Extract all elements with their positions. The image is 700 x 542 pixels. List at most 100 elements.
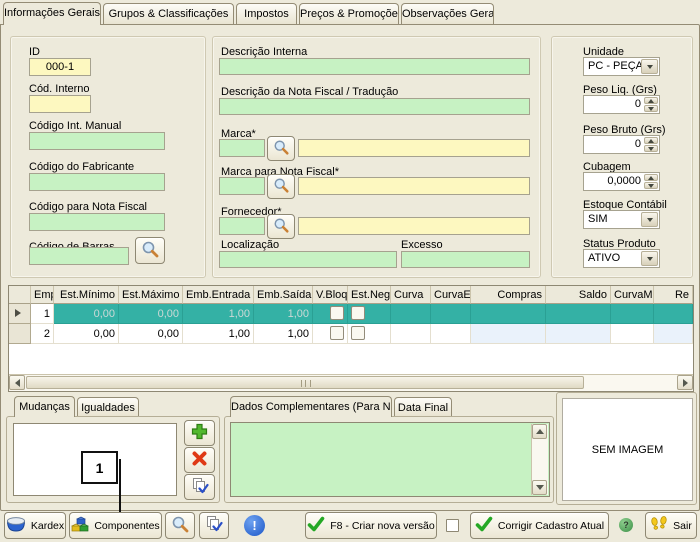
cell-curva[interactable] bbox=[391, 304, 431, 324]
search-icon bbox=[171, 515, 190, 537]
cell-emb-saida[interactable]: 1,00 bbox=[254, 304, 313, 324]
cell-est-maximo[interactable]: 0,00 bbox=[119, 304, 183, 324]
annotation-line bbox=[119, 459, 121, 512]
v-bloq-checkbox[interactable] bbox=[330, 306, 344, 320]
kardex-button[interactable]: Kardex bbox=[4, 512, 66, 539]
componentes-button[interactable]: Componentes bbox=[69, 512, 162, 539]
cell-est-minimo[interactable]: 0,00 bbox=[54, 324, 119, 344]
col-compras[interactable]: Compras bbox=[471, 286, 546, 304]
cell-curva[interactable] bbox=[391, 324, 431, 344]
cell-compras[interactable] bbox=[471, 304, 546, 324]
row-selector[interactable] bbox=[9, 324, 31, 344]
empresas-grid: Emp Est.Mínimo Est.Máximo Emb.Entrada Em… bbox=[8, 285, 694, 392]
col-emp[interactable]: Emp bbox=[31, 286, 54, 304]
no-image-text: SEM IMAGEM bbox=[592, 444, 664, 456]
v-bloq-checkbox[interactable] bbox=[330, 326, 344, 340]
cell-saldo[interactable] bbox=[546, 324, 611, 344]
col-re[interactable]: Re bbox=[654, 286, 693, 304]
col-curvam[interactable]: CurvaM bbox=[611, 286, 654, 304]
scroll-left-icon[interactable] bbox=[9, 375, 25, 390]
scroll-up-icon[interactable] bbox=[532, 424, 547, 439]
col-emb-entrada[interactable]: Emb.Entrada bbox=[183, 286, 254, 304]
cell-emb-saida[interactable]: 1,00 bbox=[254, 324, 313, 344]
textarea-vertical-scrollbar[interactable] bbox=[531, 424, 548, 495]
tab-precos-promocoes[interactable]: Preços & Promoções bbox=[299, 3, 399, 24]
scroll-right-icon[interactable] bbox=[677, 375, 693, 390]
info-exclamation-icon[interactable]: ! bbox=[244, 515, 265, 536]
row-selector[interactable] bbox=[9, 304, 31, 324]
scroll-down-icon[interactable] bbox=[532, 480, 547, 495]
col-curva[interactable]: Curva bbox=[391, 286, 431, 304]
sair-button[interactable]: Sair bbox=[645, 512, 697, 539]
footprints-icon bbox=[650, 516, 668, 535]
cell-curvam[interactable] bbox=[611, 324, 654, 344]
tab-data-final[interactable]: Data Final bbox=[394, 397, 452, 416]
grid-header-row: Emp Est.Mínimo Est.Máximo Emb.Entrada Em… bbox=[9, 286, 693, 304]
est-neg-checkbox[interactable] bbox=[351, 326, 365, 340]
toolbar-search-button[interactable] bbox=[165, 512, 195, 539]
tab-dados-complementares[interactable]: Dados Complementares (Para NFE) bbox=[230, 396, 392, 417]
image-panel: SEM IMAGEM bbox=[556, 392, 697, 505]
cell-est-neg[interactable] bbox=[348, 324, 391, 344]
add-button[interactable] bbox=[184, 420, 215, 446]
green-check-icon bbox=[475, 516, 493, 535]
grid-horizontal-scrollbar[interactable] bbox=[9, 374, 693, 391]
corrigir-checkbox[interactable] bbox=[446, 519, 459, 532]
componentes-label: Componentes bbox=[94, 520, 159, 532]
col-emb-saida[interactable]: Emb.Saída bbox=[254, 286, 313, 304]
col-est-maximo[interactable]: Est.Máximo bbox=[119, 286, 183, 304]
tab-impostos[interactable]: Impostos bbox=[236, 3, 297, 24]
current-row-arrow-icon bbox=[15, 309, 25, 317]
est-neg-checkbox[interactable] bbox=[351, 306, 365, 320]
cell-emb-entrada[interactable]: 1,00 bbox=[183, 304, 254, 324]
cell-curvae[interactable] bbox=[431, 324, 471, 344]
tab-mudancas[interactable]: Mudanças bbox=[14, 396, 75, 417]
col-curvae[interactable]: CurvaE bbox=[431, 286, 471, 304]
cell-est-maximo[interactable]: 0,00 bbox=[119, 324, 183, 344]
f8-nova-versao-button[interactable]: F8 - Criar nova versão bbox=[305, 512, 437, 539]
dados-complementares-textarea[interactable] bbox=[230, 422, 550, 497]
cell-est-neg[interactable] bbox=[348, 304, 391, 324]
annotation-marker-1: 1 bbox=[81, 451, 118, 484]
cell-curvae[interactable] bbox=[431, 304, 471, 324]
nfe-panel bbox=[224, 416, 554, 503]
scrollbar-grip bbox=[301, 380, 311, 387]
tab-grupos-classificacoes[interactable]: Grupos & Classificações bbox=[103, 3, 234, 24]
components-cubes-icon bbox=[71, 516, 89, 536]
grid-row-2[interactable]: 2 0,00 0,00 1,00 1,00 bbox=[9, 324, 693, 344]
f8-label: F8 - Criar nova versão bbox=[330, 520, 434, 532]
cell-saldo[interactable] bbox=[546, 304, 611, 324]
grid-row-1[interactable]: 1 0,00 0,00 1,00 1,00 bbox=[9, 304, 693, 324]
cell-emp[interactable]: 2 bbox=[31, 324, 54, 344]
cell-emb-entrada[interactable]: 1,00 bbox=[183, 324, 254, 344]
delete-button[interactable] bbox=[184, 447, 215, 473]
kardex-drum-icon bbox=[6, 516, 26, 536]
scrollbar-thumb[interactable] bbox=[26, 376, 584, 389]
col-saldo[interactable]: Saldo bbox=[546, 286, 611, 304]
col-est-neg[interactable]: Est.Neg. bbox=[348, 286, 391, 304]
cell-v-bloq[interactable] bbox=[313, 304, 348, 324]
copy-check-icon bbox=[205, 515, 223, 536]
copy-check-icon bbox=[191, 477, 209, 498]
cell-emp[interactable]: 1 bbox=[31, 304, 54, 324]
tab-observacoes-gerais[interactable]: Observações Gerais bbox=[401, 3, 494, 24]
grid-corner-cell[interactable] bbox=[9, 286, 31, 304]
product-image-placeholder[interactable]: SEM IMAGEM bbox=[562, 398, 693, 501]
toolbar-copy-check-button[interactable] bbox=[199, 512, 229, 539]
tab-igualdades[interactable]: Igualdades bbox=[77, 397, 139, 416]
plus-icon bbox=[191, 423, 208, 443]
copy-check-button[interactable] bbox=[184, 474, 215, 500]
cell-v-bloq[interactable] bbox=[313, 324, 348, 344]
col-v-bloq[interactable]: V.Bloq bbox=[313, 286, 348, 304]
sair-label: Sair bbox=[673, 520, 692, 532]
help-question-icon[interactable]: ? bbox=[619, 518, 633, 532]
col-est-minimo[interactable]: Est.Mínimo bbox=[54, 286, 119, 304]
cell-curvam[interactable] bbox=[611, 304, 654, 324]
cell-re[interactable] bbox=[654, 304, 693, 324]
corrigir-label: Corrigir Cadastro Atual bbox=[498, 520, 604, 532]
cell-re[interactable] bbox=[654, 324, 693, 344]
corrigir-cadastro-button[interactable]: Corrigir Cadastro Atual bbox=[470, 512, 609, 539]
tab-informacoes-gerais[interactable]: Informações Gerais bbox=[3, 2, 101, 25]
cell-compras[interactable] bbox=[471, 324, 546, 344]
cell-est-minimo[interactable]: 0,00 bbox=[54, 304, 119, 324]
